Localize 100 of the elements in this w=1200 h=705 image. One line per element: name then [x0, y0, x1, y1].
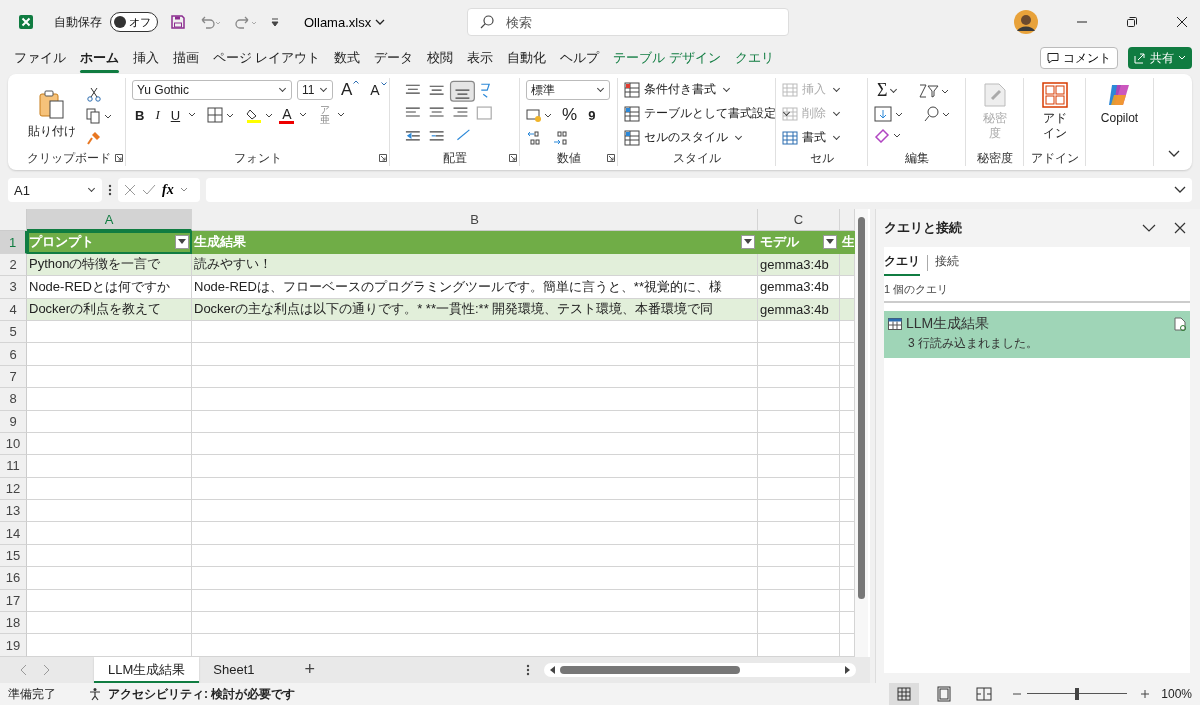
row-header[interactable]: 5 — [0, 320, 27, 344]
table-cell[interactable] — [192, 388, 758, 411]
row-header[interactable]: 6 — [0, 343, 27, 366]
ribbon-tab[interactable]: ファイル — [8, 46, 72, 70]
row-header[interactable]: 3 — [0, 276, 27, 299]
table-cell[interactable] — [758, 388, 840, 411]
zoom-level[interactable]: 100% — [1161, 687, 1192, 701]
table-cell[interactable] — [192, 365, 758, 389]
table-cell[interactable] — [27, 544, 192, 568]
row-header[interactable]: 7 — [0, 365, 27, 389]
table-cell[interactable] — [27, 320, 192, 344]
style-menu-button[interactable]: セルのスタイル — [624, 128, 743, 147]
table-cell[interactable] — [192, 589, 758, 613]
save-icon[interactable] — [170, 14, 186, 30]
redo-icon[interactable] — [234, 14, 258, 30]
borders-icon[interactable] — [207, 107, 236, 123]
ribbon-tab[interactable]: 数式 — [328, 46, 367, 70]
autosave-toggle[interactable]: オフ — [110, 12, 158, 32]
vertical-scrollbar[interactable] — [855, 209, 868, 657]
table-cell[interactable] — [27, 343, 192, 366]
table-cell[interactable]: Pythonの特徴を一言で — [27, 253, 192, 277]
ribbon-tab[interactable]: 挿入 — [127, 46, 165, 70]
table-cell[interactable] — [192, 410, 758, 433]
accessibility-icon[interactable] — [88, 687, 102, 701]
zoom-in-icon[interactable] — [1141, 690, 1150, 698]
previous-sheet-icon[interactable] — [20, 663, 28, 676]
shrink-font-button[interactable]: A — [367, 82, 390, 98]
table-cell[interactable] — [758, 612, 840, 635]
table-cell[interactable] — [758, 432, 840, 456]
add-ins-button[interactable]: アドイン — [1039, 80, 1070, 143]
sheet-tab[interactable]: LLM生成結果 — [94, 656, 200, 683]
table-cell[interactable] — [192, 612, 758, 635]
ribbon-tab[interactable]: 校閲 — [421, 46, 460, 70]
customize-caret-icon[interactable] — [270, 17, 280, 27]
table-cell[interactable] — [27, 365, 192, 389]
chevron-down-icon[interactable] — [1142, 224, 1156, 232]
more-icon[interactable] — [108, 184, 112, 196]
filter-dropdown-icon[interactable] — [823, 235, 837, 250]
scrollbar-thumb[interactable] — [560, 665, 740, 674]
row-header[interactable]: 13 — [0, 500, 27, 523]
scroll-left-icon[interactable] — [549, 665, 557, 674]
table-cell[interactable] — [192, 634, 758, 657]
ribbon-tab[interactable]: データ — [368, 46, 420, 70]
close-icon[interactable] — [1174, 222, 1186, 234]
table-cell[interactable]: Node-REDとは何ですか — [27, 276, 192, 299]
table-cell[interactable] — [758, 365, 840, 389]
row-header[interactable]: 18 — [0, 612, 27, 635]
table-cell[interactable] — [27, 455, 192, 478]
accessibility-status[interactable]: アクセシビリティ: 検討が必要です — [108, 685, 296, 703]
scissors-icon[interactable] — [85, 86, 102, 102]
select-all-corner[interactable] — [0, 209, 27, 232]
formula-input[interactable] — [206, 178, 1192, 202]
row-header[interactable]: 1 — [0, 231, 27, 254]
launcher-icon[interactable] — [607, 154, 615, 162]
check-icon[interactable] — [142, 184, 156, 196]
copy-icon[interactable] — [85, 108, 112, 124]
ribbon-tab[interactable]: ヘルプ — [554, 46, 606, 70]
format-painter-icon[interactable] — [85, 130, 102, 146]
column-header[interactable]: B — [192, 209, 758, 232]
comment-button[interactable]: コメント — [1040, 47, 1118, 69]
table-cell[interactable] — [758, 589, 840, 613]
paste-button[interactable]: 貼り付け — [25, 88, 78, 142]
row-header[interactable]: 4 — [0, 298, 27, 321]
table-cell[interactable] — [192, 343, 758, 366]
table-cell[interactable] — [27, 567, 192, 590]
cancel-icon[interactable] — [124, 184, 136, 196]
table-cell[interactable] — [192, 522, 758, 545]
row-header[interactable]: 15 — [0, 544, 27, 568]
table-cell[interactable] — [27, 432, 192, 456]
fill-color-icon[interactable] — [246, 107, 275, 123]
query-item[interactable]: LLM生成結果 3 行読み込まれました。 — [884, 311, 1190, 358]
normal-view-icon[interactable] — [889, 683, 920, 705]
ribbon-tab[interactable]: クエリ — [728, 46, 780, 70]
ribbon-tab[interactable]: 表示 — [461, 46, 500, 70]
ribbon-tab[interactable]: ホーム — [74, 46, 125, 70]
table-cell[interactable] — [27, 612, 192, 635]
launcher-icon[interactable] — [115, 154, 123, 162]
filter-dropdown-icon[interactable] — [741, 235, 755, 250]
table-cell[interactable] — [192, 500, 758, 523]
grow-font-button[interactable]: A — [338, 80, 363, 100]
percent-button[interactable]: % — [559, 105, 581, 125]
underline-button[interactable]: U — [167, 107, 184, 123]
column-header[interactable]: A — [27, 209, 192, 232]
row-header[interactable]: 17 — [0, 589, 27, 613]
cells-menu-button[interactable]: 書式 — [782, 128, 841, 147]
style-menu-button[interactable]: 条件付き書式 — [624, 80, 731, 99]
zoom-slider-thumb[interactable] — [1075, 688, 1080, 700]
expand-icon[interactable] — [1174, 186, 1186, 194]
bold-button[interactable]: B — [132, 107, 148, 123]
collapse-ribbon-icon[interactable] — [1168, 150, 1180, 158]
number-format-dropdown[interactable]: 標準 — [526, 80, 610, 100]
table-cell[interactable] — [758, 320, 840, 344]
table-cell[interactable] — [192, 320, 758, 344]
table-cell[interactable]: Dockerの利点を教えて — [27, 298, 192, 321]
ribbon-tab[interactable]: 描画 — [167, 46, 205, 70]
table-cell[interactable]: Dockerの主な利点は以下の通りです。* **一貫性:** 開発環境、テスト環境、本番環境で同 — [192, 298, 758, 321]
table-cell[interactable] — [192, 477, 758, 501]
restore-icon[interactable] — [1126, 16, 1138, 28]
column-header[interactable]: C — [758, 209, 840, 232]
refresh-document-icon[interactable] — [1174, 317, 1186, 331]
